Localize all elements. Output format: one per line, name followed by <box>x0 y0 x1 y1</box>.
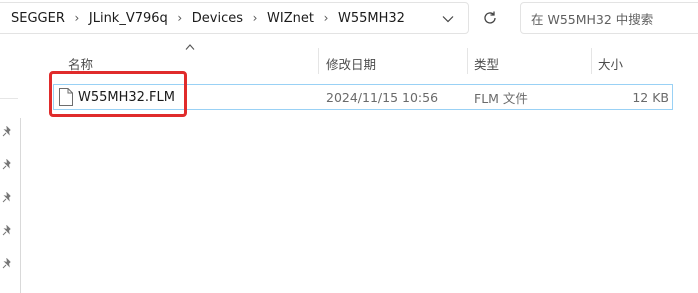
chevron-right-icon[interactable]: › <box>316 11 336 25</box>
refresh-button[interactable] <box>478 6 502 30</box>
column-header-name[interactable]: 名称 <box>68 53 93 73</box>
pin-icon[interactable] <box>1 192 13 204</box>
breadcrumb-devices[interactable]: Devices <box>190 11 245 26</box>
search-box[interactable] <box>520 2 698 34</box>
chevron-right-icon[interactable]: › <box>170 11 190 25</box>
refresh-icon <box>484 11 496 24</box>
nav-pane-border <box>20 118 21 293</box>
file-type: FLM 文件 <box>474 90 528 106</box>
breadcrumb-jlink[interactable]: JLink_V796q <box>87 11 170 26</box>
column-header-type[interactable]: 类型 <box>474 53 499 73</box>
sort-up-icon <box>185 44 195 50</box>
pin-icon[interactable] <box>1 225 13 237</box>
annotation-highlight-box <box>49 71 187 117</box>
chevron-right-icon[interactable]: › <box>245 11 265 25</box>
breadcrumb-w55mh32[interactable]: W55MH32 <box>336 11 407 26</box>
chevron-right-icon[interactable]: › <box>67 11 87 25</box>
file-modified-date: 2024/11/15 10:56 <box>326 89 439 105</box>
breadcrumb-wiznet[interactable]: WIZnet <box>265 11 316 26</box>
column-header-size[interactable]: 大小 <box>598 53 623 73</box>
column-divider[interactable] <box>591 48 592 74</box>
pin-icon[interactable] <box>1 126 13 138</box>
pin-icon[interactable] <box>1 258 13 270</box>
search-input[interactable] <box>531 9 698 29</box>
breadcrumb: SEGGER › JLink_V796q › Devices › WIZnet … <box>0 11 407 26</box>
nav-pane-divider <box>0 98 18 99</box>
breadcrumb-segger[interactable]: SEGGER <box>9 11 67 26</box>
chevron-down-icon <box>442 16 454 23</box>
address-bar[interactable]: SEGGER › JLink_V796q › Devices › WIZnet … <box>0 2 469 34</box>
file-explorer-window: SEGGER › JLink_V796q › Devices › WIZnet … <box>0 0 698 293</box>
file-size: 12 KB <box>632 89 669 105</box>
address-history-dropdown[interactable] <box>438 9 458 29</box>
column-header-modified[interactable]: 修改日期 <box>326 53 376 73</box>
column-divider[interactable] <box>318 48 319 74</box>
pin-icon[interactable] <box>1 159 13 171</box>
column-divider[interactable] <box>467 48 468 74</box>
